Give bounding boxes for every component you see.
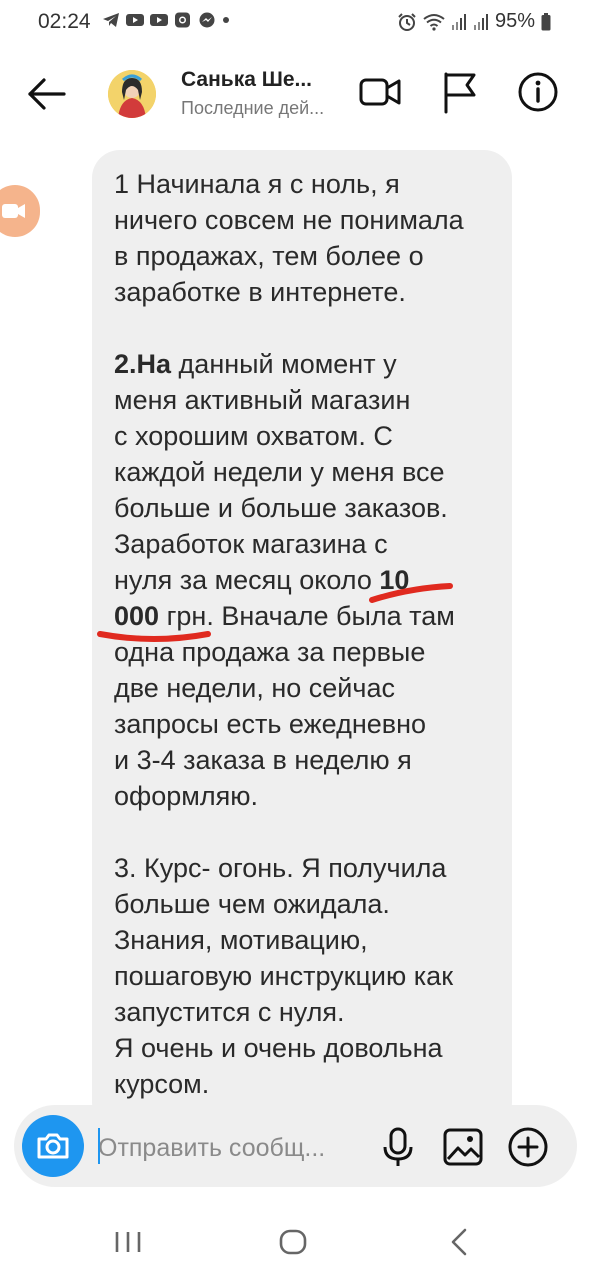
notification-icons [102,12,230,28]
message-input[interactable] [98,1128,368,1168]
message-paragraph: 1 Начинала я с ноль, я ничего совсем не … [114,169,464,307]
home-icon[interactable] [273,1222,313,1262]
contact-status: Последние дей... [181,98,325,118]
signal-icon [451,13,466,30]
text-caret [98,1128,100,1164]
message-text: грн. Вначале была там одна продажа за пе… [114,601,455,811]
back-icon[interactable] [440,1222,480,1262]
recents-icon[interactable] [108,1222,148,1262]
status-right: 95% [397,10,551,33]
wifi-icon [423,13,445,31]
ongoing-call-pill[interactable] [0,185,40,237]
video-call-icon[interactable] [358,70,402,114]
message-text: данный момент у меня активный магазин с … [114,349,448,595]
camera-button[interactable] [22,1115,84,1177]
youtube-icon [150,14,168,26]
status-bar: 02:24 95% [0,0,591,46]
messenger-icon [199,12,215,28]
camera-icon [37,1133,69,1159]
flag-icon[interactable] [438,70,482,114]
chat-header: Санька Ше... Последние дей... [0,48,591,140]
microphone-icon[interactable] [376,1125,420,1169]
status-time: 02:24 [38,10,91,33]
youtube-icon [126,14,144,26]
avatar[interactable] [108,70,156,118]
battery-percent: 95% [494,10,535,32]
instagram-icon [175,12,190,28]
add-circle-icon[interactable] [506,1125,550,1169]
alarm-icon [398,12,416,31]
video-camera-icon [2,204,25,218]
signal-icon [473,13,488,30]
battery-icon [541,12,551,30]
back-arrow-icon[interactable] [24,74,68,114]
telegram-icon [103,13,119,27]
dot-icon [223,17,229,23]
gallery-icon[interactable] [441,1125,485,1169]
system-navbar [0,1200,591,1280]
avatar-image [108,70,156,118]
message-paragraph: 3. Курс- огонь. Я получила больше чем ож… [114,853,454,1099]
message-paragraph: 2.На данный момент у меня активный магаз… [114,346,455,814]
info-icon[interactable] [516,70,560,114]
message-bold-text: 2.На [114,349,172,379]
contact-name[interactable]: Санька Ше... [181,68,312,92]
